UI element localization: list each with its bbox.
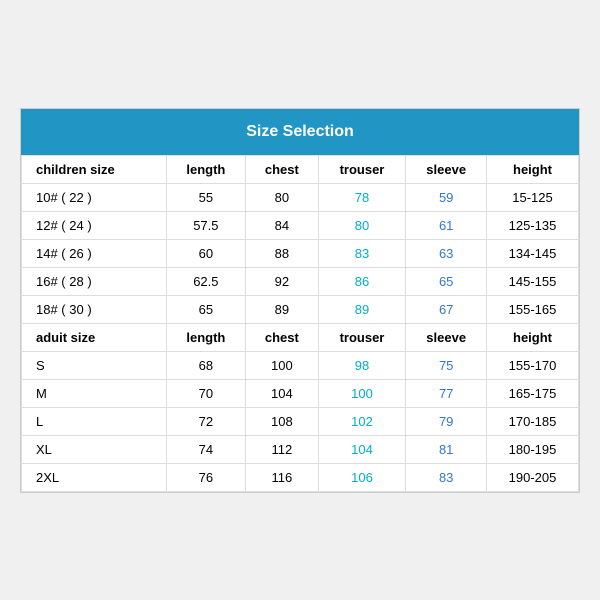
cell-0-3: 78 [318,183,406,211]
cell-2-3: 83 [318,239,406,267]
children-row-0: 10# ( 22 )5580785915-125 [22,183,579,211]
adult-cell-2-4: 79 [406,407,487,435]
cell-0-4: 59 [406,183,487,211]
cell-1-5: 125-135 [487,211,579,239]
cell-2-1: 60 [166,239,246,267]
adult-cell-2-5: 170-185 [487,407,579,435]
cell-2-0: 14# ( 26 ) [22,239,167,267]
adult-cell-4-2: 116 [246,463,318,491]
cell-1-0: 12# ( 24 ) [22,211,167,239]
adult-cell-2-0: L [22,407,167,435]
adult-row-1: M7010410077165-175 [22,379,579,407]
chart-title: Size Selection [21,109,579,155]
cell-4-5: 155-165 [487,295,579,323]
adult-cell-4-0: 2XL [22,463,167,491]
adult-cell-3-3: 104 [318,435,406,463]
adult-row-3: XL7411210481180-195 [22,435,579,463]
cell-4-3: 89 [318,295,406,323]
adult-col-header-0: aduit size [22,323,167,351]
adult-col-header-2: chest [246,323,318,351]
children-row-2: 14# ( 26 )60888363134-145 [22,239,579,267]
adult-cell-1-0: M [22,379,167,407]
size-table: children sizelengthchesttrousersleevehei… [21,155,579,492]
cell-3-0: 16# ( 28 ) [22,267,167,295]
cell-4-0: 18# ( 30 ) [22,295,167,323]
adult-cell-4-3: 106 [318,463,406,491]
children-col-header-0: children size [22,155,167,183]
adult-cell-0-2: 100 [246,351,318,379]
cell-3-4: 65 [406,267,487,295]
adult-cell-1-5: 165-175 [487,379,579,407]
size-chart: Size Selection children sizelengthchestt… [20,108,580,493]
cell-0-2: 80 [246,183,318,211]
adult-cell-3-2: 112 [246,435,318,463]
cell-3-1: 62.5 [166,267,246,295]
adult-cell-4-4: 83 [406,463,487,491]
cell-1-3: 80 [318,211,406,239]
cell-2-2: 88 [246,239,318,267]
cell-1-2: 84 [246,211,318,239]
adult-col-header-3: trouser [318,323,406,351]
adult-col-header-4: sleeve [406,323,487,351]
cell-3-5: 145-155 [487,267,579,295]
cell-0-5: 15-125 [487,183,579,211]
children-col-header-5: height [487,155,579,183]
adult-cell-1-3: 100 [318,379,406,407]
children-row-4: 18# ( 30 )65898967155-165 [22,295,579,323]
adult-cell-0-1: 68 [166,351,246,379]
cell-1-4: 61 [406,211,487,239]
cell-0-0: 10# ( 22 ) [22,183,167,211]
adult-cell-1-1: 70 [166,379,246,407]
cell-3-3: 86 [318,267,406,295]
cell-0-1: 55 [166,183,246,211]
adult-col-header-5: height [487,323,579,351]
adult-row-2: L7210810279170-185 [22,407,579,435]
adult-cell-0-3: 98 [318,351,406,379]
adult-cell-0-5: 155-170 [487,351,579,379]
children-col-header-4: sleeve [406,155,487,183]
cell-4-4: 67 [406,295,487,323]
adult-cell-3-4: 81 [406,435,487,463]
children-col-header-2: chest [246,155,318,183]
adult-col-header-1: length [166,323,246,351]
children-col-header-1: length [166,155,246,183]
adult-cell-4-5: 190-205 [487,463,579,491]
adult-row-4: 2XL7611610683190-205 [22,463,579,491]
adult-cell-0-0: S [22,351,167,379]
adult-cell-1-4: 77 [406,379,487,407]
cell-4-1: 65 [166,295,246,323]
adult-cell-2-3: 102 [318,407,406,435]
adult-row-0: S681009875155-170 [22,351,579,379]
cell-2-5: 134-145 [487,239,579,267]
children-row-3: 16# ( 28 )62.5928665145-155 [22,267,579,295]
cell-3-2: 92 [246,267,318,295]
cell-2-4: 63 [406,239,487,267]
adult-cell-3-0: XL [22,435,167,463]
adult-cell-3-5: 180-195 [487,435,579,463]
cell-4-2: 89 [246,295,318,323]
adult-cell-2-2: 108 [246,407,318,435]
children-col-header-3: trouser [318,155,406,183]
children-row-1: 12# ( 24 )57.5848061125-135 [22,211,579,239]
adult-cell-0-4: 75 [406,351,487,379]
adult-cell-2-1: 72 [166,407,246,435]
adult-cell-3-1: 74 [166,435,246,463]
adult-cell-1-2: 104 [246,379,318,407]
cell-1-1: 57.5 [166,211,246,239]
adult-cell-4-1: 76 [166,463,246,491]
